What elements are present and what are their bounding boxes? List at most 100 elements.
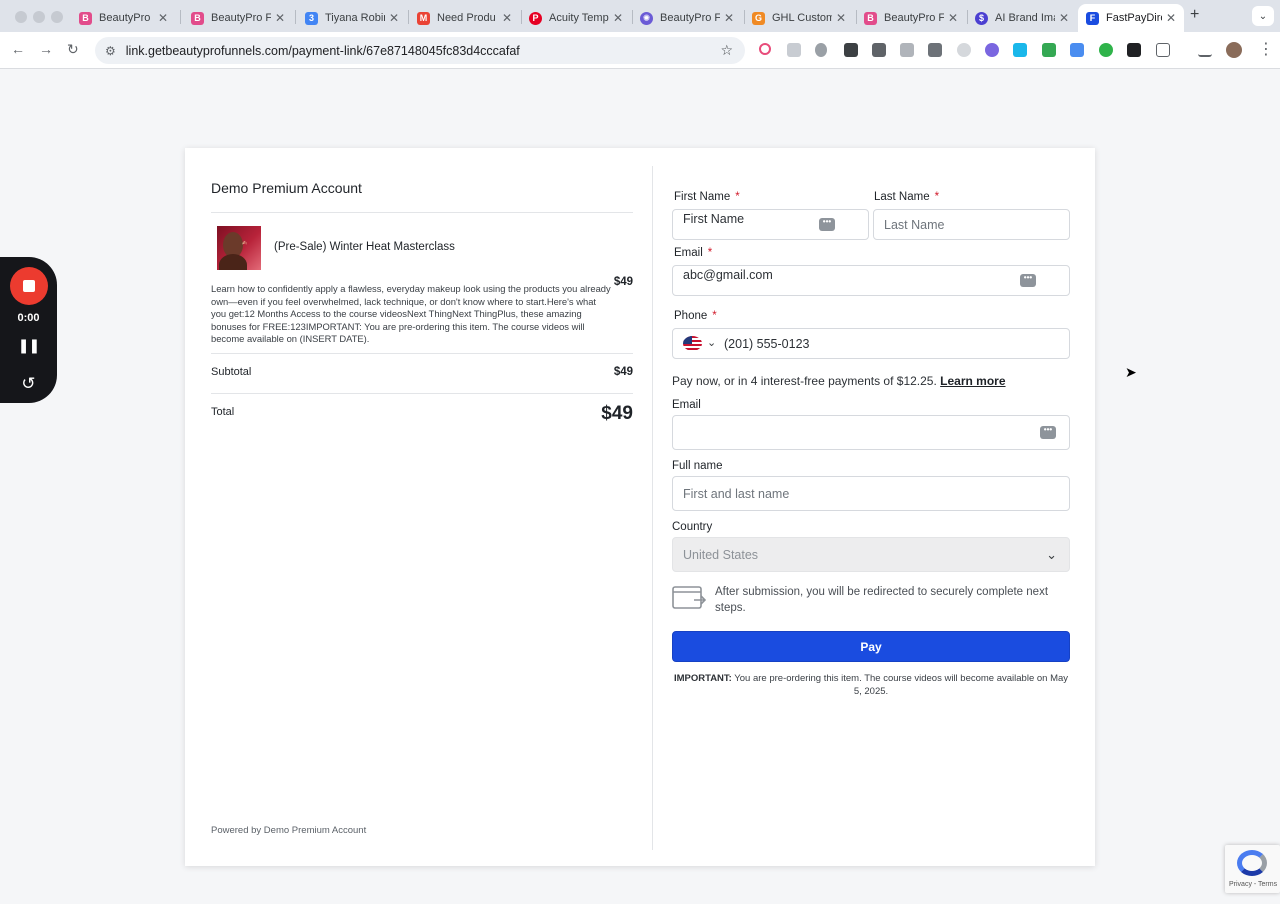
screen-recorder-widget: 0:00 ❚❚ ↺ (0, 257, 57, 403)
beautypro-favicon-icon: B (79, 11, 92, 25)
browser-tab[interactable]: M Need Produ ✕ (409, 4, 520, 32)
pay-email-input[interactable]: ••• (672, 415, 1070, 450)
close-tab-icon[interactable]: ✕ (1059, 11, 1069, 25)
code-extension-icon[interactable] (787, 43, 801, 57)
close-tab-icon[interactable]: ✕ (948, 11, 958, 25)
reload-icon[interactable]: ↻ (67, 41, 79, 58)
dollar-extension-icon[interactable] (1099, 43, 1113, 57)
eyedropper-extension-icon[interactable] (815, 43, 827, 57)
chevron-down-icon[interactable]: ⌄ (1046, 547, 1057, 563)
tt-extension-icon[interactable] (1127, 43, 1141, 57)
full-name-label: Full name (672, 460, 723, 472)
browser-tab[interactable]: B BeautyPro F✕ (183, 4, 293, 32)
total-value: $49 (601, 403, 633, 424)
close-tab-icon[interactable]: ✕ (724, 11, 734, 25)
profile-avatar[interactable] (1226, 42, 1242, 58)
pay-email-label: Email (672, 399, 701, 411)
dots-extension-icon[interactable] (872, 43, 886, 57)
stop-recording-button[interactable] (10, 267, 48, 305)
close-tab-icon[interactable]: ✕ (836, 11, 846, 25)
calendar-favicon-icon: 3 (305, 11, 318, 25)
email-label: Email * (674, 247, 713, 259)
checkout-card: Demo Premium Account ✍ (Pre-Sale) Winter… (185, 148, 1095, 866)
chevron-down-icon[interactable]: ⌄ (707, 336, 716, 349)
window-zoom-dot[interactable] (51, 11, 63, 23)
link-extension-icon[interactable] (957, 43, 971, 57)
browser-tab[interactable]: B BeautyPro F✕ (71, 4, 176, 32)
installments-text: Pay now, or in 4 interest-free payments … (672, 374, 1006, 388)
email-input[interactable]: abc@gmail.com ••• (672, 265, 1070, 296)
country-select[interactable]: United States ⌄ (672, 537, 1070, 572)
browser-toolbar: ← → ↻ ⚙ link.getbeautyprofunnels.com/pay… (0, 32, 1280, 69)
divider (211, 393, 633, 394)
document-extension-icon[interactable] (928, 43, 942, 57)
autofill-dots-icon[interactable]: ••• (1020, 274, 1036, 287)
autofill-dots-icon[interactable]: ••• (1040, 426, 1056, 439)
phone-input[interactable]: ⌄ (201) 555-0123 (672, 328, 1070, 359)
vimeo-extension-icon[interactable] (1013, 43, 1027, 57)
download-icon[interactable] (1198, 43, 1212, 57)
more-menu-icon[interactable]: ⋮ (1258, 39, 1274, 59)
fastpay-favicon-icon: F (1086, 11, 1099, 25)
recaptcha-badge[interactable]: Privacy - Terms (1225, 845, 1280, 893)
tab-search-chevron-icon[interactable]: ⌄ (1252, 6, 1274, 26)
phone-label: Phone * (674, 310, 717, 322)
first-name-input[interactable]: First Name ••• (672, 209, 869, 240)
list-extension-icon[interactable] (1070, 43, 1084, 57)
close-tab-icon[interactable]: ✕ (158, 11, 168, 25)
new-tab-plus-icon[interactable]: + (1190, 6, 1199, 24)
recaptcha-terms[interactable]: Privacy - Terms (1229, 881, 1277, 888)
total-label: Total (211, 406, 235, 418)
close-tab-icon[interactable]: ✕ (275, 11, 285, 25)
browser-tab[interactable]: B BeautyPro F✕ (856, 4, 966, 32)
subtotal-value: $49 (613, 366, 633, 378)
divider (211, 353, 633, 354)
learn-more-link[interactable]: Learn more (940, 374, 1005, 388)
order-summary: Demo Premium Account ✍ (Pre-Sale) Winter… (211, 148, 633, 866)
product-description: Learn how to confidently apply a flawles… (211, 283, 611, 345)
close-tab-icon[interactable]: ✕ (1166, 11, 1176, 25)
last-name-input[interactable]: Last Name (873, 209, 1070, 240)
pay-button[interactable]: Pay (672, 631, 1070, 662)
recaptcha-logo-icon (1237, 850, 1267, 876)
bookmark-star-icon[interactable]: ☆ (720, 42, 733, 59)
pause-icon[interactable]: ❚❚ (0, 337, 57, 354)
browser-tab-active[interactable]: F FastPayDire ✕ (1078, 4, 1184, 32)
beautypro-favicon-icon: B (864, 11, 877, 25)
browser-tab[interactable]: G GHL Custom ✕ (744, 4, 854, 32)
pinterest-favicon-icon: P (529, 11, 542, 25)
address-bar[interactable]: ⚙ link.getbeautyprofunnels.com/payment-l… (95, 37, 745, 64)
puzzle-extensions-icon[interactable] (1156, 43, 1170, 57)
account-title: Demo Premium Account (211, 180, 362, 196)
country-label: Country (672, 521, 713, 533)
settings-favicon-icon: ✺ (640, 11, 653, 25)
back-arrow-icon[interactable]: ← (11, 41, 25, 57)
forward-arrow-icon[interactable]: → (39, 41, 53, 57)
autofill-dots-icon[interactable]: ••• (819, 218, 835, 231)
shield-extension-icon[interactable] (1042, 43, 1056, 57)
browser-tab[interactable]: P Acuity Temp ✕ (521, 4, 631, 32)
window-minimize-dot[interactable] (33, 11, 45, 23)
camera-extension-icon[interactable] (900, 43, 914, 57)
close-tab-icon[interactable]: ✕ (613, 11, 623, 25)
window-close-dot[interactable] (15, 11, 27, 23)
redirect-notice: After submission, you will be redirected… (715, 586, 1049, 614)
url-text[interactable]: link.getbeautyprofunnels.com/payment-lin… (126, 44, 520, 58)
extension-icon[interactable] (759, 43, 771, 55)
restart-icon[interactable]: ↺ (0, 374, 57, 394)
payment-form: First Name * Last Name * First Name ••• La… (672, 148, 1070, 866)
full-name-input[interactable]: First and last name (672, 476, 1070, 511)
product-name: (Pre-Sale) Winter Heat Masterclass (274, 241, 455, 253)
browser-tab[interactable]: $ AI Brand Ima ✕ (967, 4, 1077, 32)
us-flag-icon[interactable] (683, 336, 702, 351)
mouse-cursor-icon: ➤ (1125, 364, 1137, 380)
gear-extension-icon[interactable] (985, 43, 999, 57)
recording-timer: 0:00 (17, 312, 40, 324)
important-notice: IMPORTANT: You are pre-ordering this ite… (673, 673, 1069, 697)
font-extension-icon[interactable] (844, 43, 858, 57)
browser-tab[interactable]: 3 Tiyana Robin ✕ (297, 4, 407, 32)
site-settings-icon[interactable]: ⚙ (105, 44, 116, 58)
close-tab-icon[interactable]: ✕ (389, 11, 399, 25)
browser-tab[interactable]: ✺ BeautyPro F ✕ (632, 4, 742, 32)
close-tab-icon[interactable]: ✕ (502, 11, 512, 25)
